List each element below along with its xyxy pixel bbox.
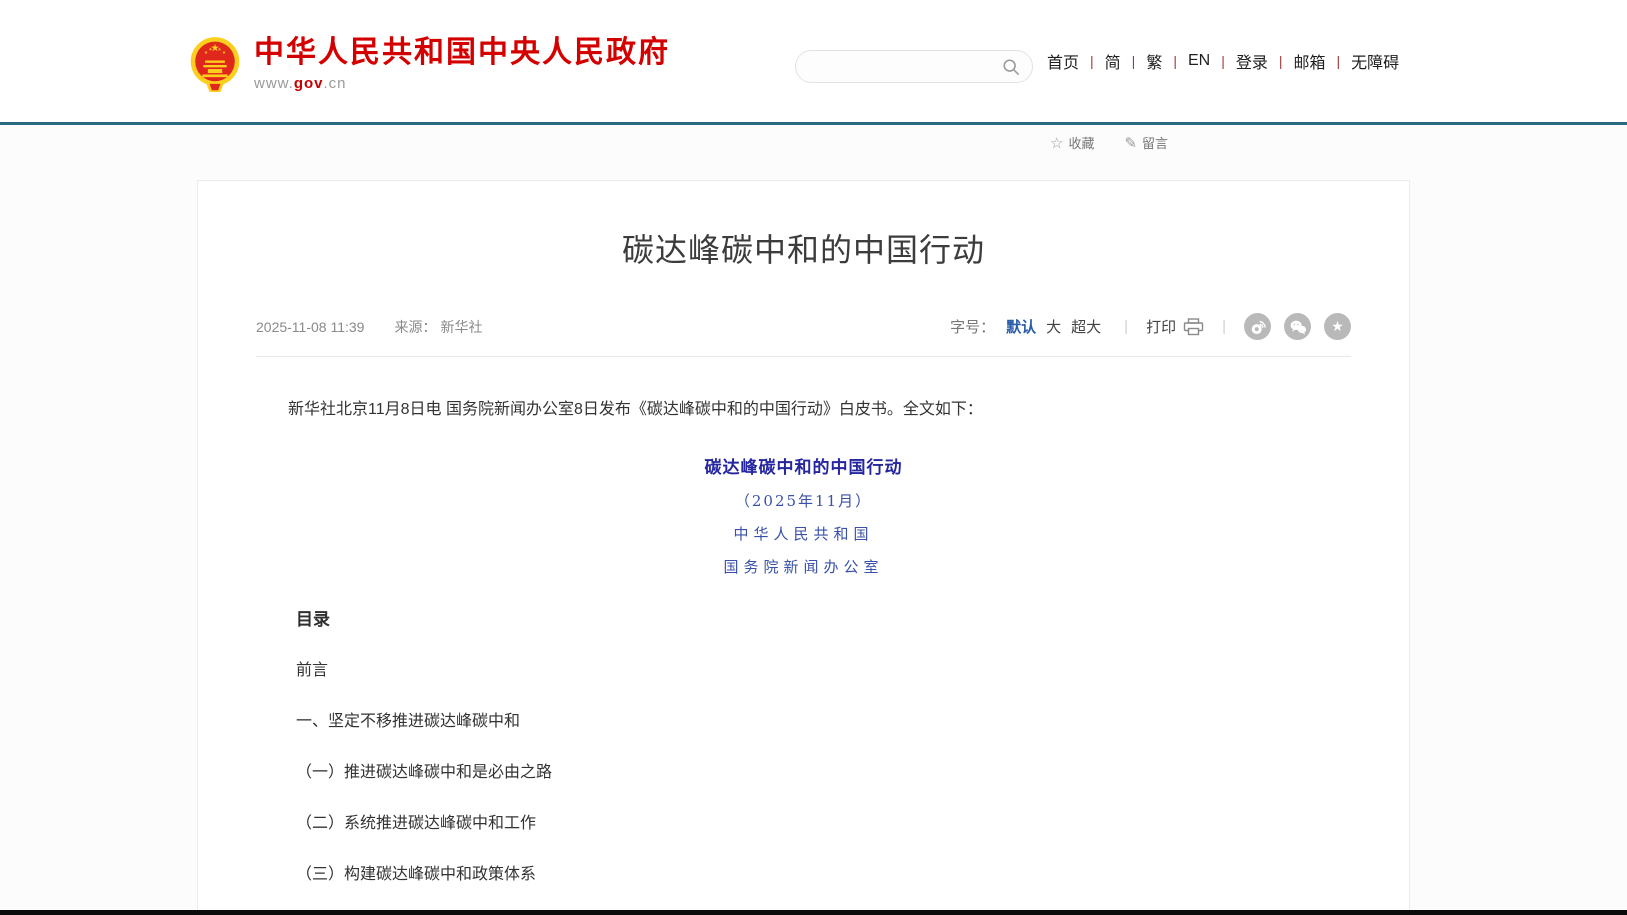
source-label: 来源： [394, 317, 436, 337]
page-area: ☆ 收藏 ✎ 留言 碳达峰碳中和的中国行动 2025-11-08 11:39 来… [0, 125, 1627, 910]
favorite-label: 收藏 [1068, 133, 1094, 152]
share-star-icon: ★ [1331, 320, 1344, 334]
meta-separator: | [1124, 318, 1128, 335]
toc-heading: 目录 [296, 605, 1351, 630]
nav-traditional[interactable]: 繁 [1144, 49, 1164, 73]
share-wechat-button[interactable] [1284, 313, 1311, 340]
nav-mailbox[interactable]: 邮箱 [1292, 49, 1328, 73]
meta-divider-line [256, 356, 1351, 357]
bottom-edge-bar [0, 910, 1627, 915]
site-title: 中华人民共和国中央人民政府 [254, 36, 670, 70]
search-input[interactable] [808, 59, 1002, 75]
article-action-bar: ☆ 收藏 ✎ 留言 [1050, 133, 1168, 152]
nav-separator: | [1279, 53, 1283, 69]
share-weibo-button[interactable] [1244, 313, 1271, 340]
toc-item: 前言 [296, 656, 1351, 680]
nav-english[interactable]: EN [1186, 52, 1212, 70]
printer-icon [1183, 318, 1204, 336]
toc-item: 一、坚定不移推进碳达峰碳中和 [296, 707, 1351, 731]
nav-separator: | [1173, 53, 1177, 69]
national-emblem-icon [188, 36, 242, 94]
wechat-icon [1288, 317, 1308, 337]
meta-separator: | [1222, 318, 1226, 335]
nav-separator: | [1337, 53, 1341, 69]
toc-item: （三）构建碳达峰碳中和政策体系 [296, 860, 1351, 884]
document-author-line2: 国务院新闻办公室 [256, 556, 1351, 577]
nav-separator: | [1090, 53, 1094, 69]
top-nav: 首页 | 简 | 繁 | EN | 登录 | 邮箱 | 无障碍 [1045, 0, 1401, 122]
url-prefix: www. [254, 75, 294, 92]
search-icon[interactable] [1002, 58, 1020, 76]
article-title: 碳达峰碳中和的中国行动 [256, 225, 1351, 271]
nav-separator: | [1132, 53, 1136, 69]
message-label: 留言 [1142, 133, 1168, 152]
article-card: 碳达峰碳中和的中国行动 2025-11-08 11:39 来源： 新华社 字号：… [197, 180, 1410, 911]
table-of-contents: 目录 前言 一、坚定不移推进碳达峰碳中和 （一）推进碳达峰碳中和是必由之路 （二… [256, 605, 1351, 911]
font-size-large-button[interactable]: 大 [1046, 316, 1061, 337]
pen-icon: ✎ [1124, 134, 1137, 152]
nav-login[interactable]: 登录 [1234, 49, 1270, 73]
toc-item: （二）系统推进碳达峰碳中和工作 [296, 809, 1351, 833]
lead-paragraph: 新华社北京11月8日电 国务院新闻办公室8日发布《碳达峰碳中和的中国行动》白皮书… [256, 397, 1351, 423]
source-value: 新华社 [440, 317, 482, 337]
star-icon: ☆ [1050, 134, 1063, 152]
url-suffix: .cn [324, 75, 347, 92]
document-title: 碳达峰碳中和的中国行动 [256, 453, 1351, 478]
gov-logo[interactable]: 中华人民共和国中央人民政府 www.gov.cn [188, 36, 670, 94]
font-size-default-button[interactable]: 默认 [1006, 316, 1036, 337]
print-button[interactable]: 打印 [1146, 316, 1204, 337]
document-author-line1: 中华人民共和国 [256, 523, 1351, 544]
publish-date: 2025-11-08 11:39 [256, 319, 364, 335]
article-meta-right: 字号： 默认 大 超大 | 打印 | [950, 313, 1351, 340]
article-meta-row: 2025-11-08 11:39 来源： 新华社 字号： 默认 大 超大 | 打… [256, 313, 1351, 340]
nav-home[interactable]: 首页 [1045, 49, 1081, 73]
document-heading-block: 碳达峰碳中和的中国行动 （2025年11月） 中华人民共和国 国务院新闻办公室 [256, 453, 1351, 577]
site-url: www.gov.cn [254, 75, 670, 92]
print-label: 打印 [1146, 316, 1176, 337]
site-header: 中华人民共和国中央人民政府 www.gov.cn 首页 | 简 | 繁 | EN… [0, 0, 1627, 122]
message-button[interactable]: ✎ 留言 [1124, 133, 1168, 152]
search-box [795, 50, 1033, 83]
nav-accessibility[interactable]: 无障碍 [1349, 49, 1401, 73]
source-block: 来源： 新华社 [394, 317, 482, 337]
nav-separator: | [1221, 53, 1225, 69]
toc-item: （一）推进碳达峰碳中和是必由之路 [296, 758, 1351, 782]
article-meta-left: 2025-11-08 11:39 来源： 新华社 [256, 317, 482, 337]
nav-simplified[interactable]: 简 [1103, 49, 1123, 73]
font-size-label: 字号： [950, 316, 995, 337]
share-group: ★ [1244, 313, 1351, 340]
logo-text-block: 中华人民共和国中央人民政府 www.gov.cn [254, 36, 670, 92]
url-domain: gov [294, 75, 324, 92]
favorite-button[interactable]: ☆ 收藏 [1050, 133, 1094, 152]
document-date: （2025年11月） [256, 490, 1351, 511]
font-size-xlarge-button[interactable]: 超大 [1071, 316, 1101, 337]
weibo-icon [1248, 317, 1268, 337]
share-more-button[interactable]: ★ [1324, 313, 1351, 340]
